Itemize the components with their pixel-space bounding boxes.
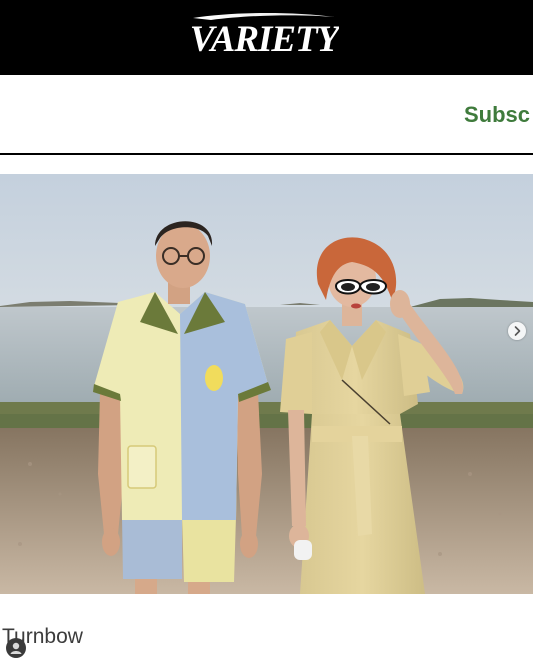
header-divider: [0, 153, 533, 155]
article-photo: [0, 174, 533, 594]
masthead: VARIETY: [0, 0, 533, 75]
user-avatar-icon[interactable]: [6, 638, 26, 658]
logo-text: VARIETY: [190, 19, 339, 54]
page: VARIETY Subsc Turnbow: [0, 0, 533, 665]
chevron-right-icon: [514, 326, 521, 336]
subscribe-link[interactable]: Subsc: [464, 101, 530, 129]
carousel-next-button[interactable]: [508, 322, 526, 340]
variety-logo[interactable]: VARIETY: [189, 12, 339, 54]
